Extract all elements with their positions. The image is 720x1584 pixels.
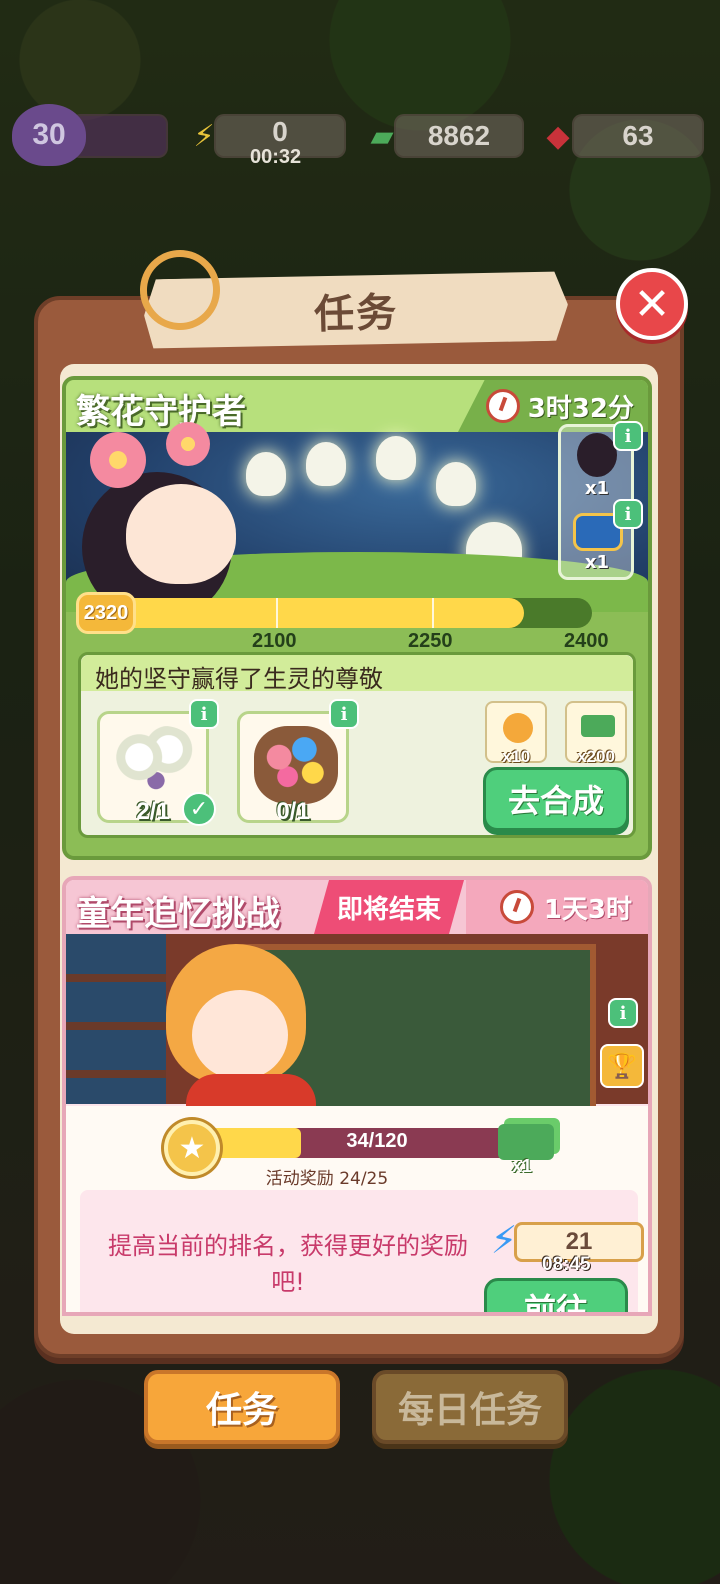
milestone-label: 2100 <box>252 630 297 652</box>
clock-icon <box>485 389 520 423</box>
mini-reward-count: x200 <box>577 747 615 766</box>
dialog-title: 任务 <box>313 289 399 339</box>
task-card-header: 繁花守护者 3时32分 <box>66 380 648 432</box>
requirement-text: 她的坚守赢得了生灵的尊敬 <box>95 665 383 693</box>
gem-counter[interactable]: 63 <box>572 114 704 158</box>
character-face <box>126 484 236 584</box>
milestone-label: 2250 <box>408 630 453 652</box>
tab-daily-tasks[interactable]: 每日任务 <box>372 1370 568 1444</box>
hair-flower-icon <box>90 432 146 488</box>
hair-flower-icon <box>166 422 210 466</box>
task-time-left: 3时32分 <box>527 393 634 424</box>
lily-of-the-valley-icon <box>114 726 198 804</box>
event-message: 提高当前的排名，获得更好的奖励吧! <box>108 1232 468 1296</box>
event-illustration: i 🏆 <box>66 934 648 1134</box>
star-medal-icon: ★ <box>164 1120 220 1176</box>
requirement-box: 她的坚守赢得了生灵的尊敬 2/1 ✓ i 0/1 i x10 x200 去合成 <box>78 652 636 838</box>
cash-icon: ▰ <box>370 118 394 154</box>
bookshelf <box>66 934 166 1104</box>
flower-basket-icon <box>254 726 338 804</box>
info-icon[interactable]: i <box>613 421 643 451</box>
close-button[interactable]: ✕ <box>616 268 688 340</box>
info-icon[interactable]: i <box>613 499 643 529</box>
info-icon[interactable]: i <box>189 699 219 729</box>
event-message-box: 提高当前的排名，获得更好的奖励吧! ⚡ 21 08:45 前往 <box>80 1190 644 1312</box>
requirement-header: 她的坚守赢得了生灵的尊敬 <box>81 655 633 693</box>
trophy-icon[interactable]: 🏆 <box>600 1044 644 1088</box>
lily-flower-icon <box>306 442 346 486</box>
go-merge-button[interactable]: 去合成 <box>483 767 629 831</box>
energy-icon: ⚡ <box>193 118 215 154</box>
lightning-icon: ⚡ <box>490 1218 518 1262</box>
milestone-label: 2400 <box>564 630 609 652</box>
mini-reward-cash[interactable]: x200 <box>565 701 627 766</box>
character-face <box>192 990 288 1080</box>
top-hud: 30 ⚡ 0 00:32 ▰ 8862 ◆ 63 <box>0 104 720 168</box>
reward-count: x1 <box>584 552 610 573</box>
mini-reward-count: x10 <box>501 747 531 766</box>
task-progress-bar <box>106 598 592 628</box>
lily-flower-icon <box>376 436 416 480</box>
energy-timer: 00:32 <box>250 146 302 168</box>
task-title: 繁花守护者 <box>76 392 246 432</box>
lily-flower-icon <box>436 462 476 506</box>
info-icon[interactable]: i <box>608 998 638 1028</box>
tab-tasks[interactable]: 任务 <box>144 1370 340 1444</box>
gem-icon: ◆ <box>546 118 570 154</box>
reward-count: x1 <box>584 478 610 499</box>
clock-icon <box>499 890 534 924</box>
lily-flower-icon <box>246 452 286 496</box>
info-icon[interactable]: i <box>329 699 359 729</box>
cash-counter[interactable]: 8862 <box>394 114 524 158</box>
level-badge[interactable]: 30 <box>12 104 86 166</box>
event-card: 童年追忆挑战 即将结束 1天3时 i 🏆 ★ 34/120 x1 活动奖励 24… <box>62 876 652 1316</box>
event-timer: 1天3时 <box>466 880 648 934</box>
mini-reward-flower-token[interactable]: x10 <box>485 701 547 766</box>
event-card-header: 童年追忆挑战 即将结束 1天3时 <box>66 880 648 934</box>
check-icon: ✓ <box>182 792 216 826</box>
energy-cost-timer: 08:45 <box>542 1254 591 1275</box>
event-details: ★ 34/120 x1 活动奖励 24/25 提高当前的排名，获得更好的奖励吧!… <box>66 1106 648 1312</box>
task-card: 繁花守护者 3时32分 x1 x1 i i 2320 2100 2250 240… <box>62 376 652 860</box>
event-title: 童年追忆挑战 <box>76 894 280 934</box>
event-time-left: 1天3时 <box>543 894 632 925</box>
character-portrait-icon <box>577 433 617 477</box>
item-count: 0/1 <box>276 798 310 825</box>
cash-stack-icon <box>581 715 615 737</box>
flower-token-icon <box>503 713 533 743</box>
ending-soon-tag: 即将结束 <box>314 880 464 934</box>
task-progress-fill <box>106 598 524 628</box>
go-button[interactable]: 前往 <box>484 1278 628 1312</box>
task-reward-column: x1 x1 i i <box>558 421 643 580</box>
milestone-tick <box>276 598 278 628</box>
progress-value-badge: 2320 <box>76 592 136 634</box>
close-icon: ✕ <box>633 278 671 330</box>
event-reward-progress: 活动奖励 24/25 <box>265 1169 389 1189</box>
milestone-tick <box>432 598 434 628</box>
